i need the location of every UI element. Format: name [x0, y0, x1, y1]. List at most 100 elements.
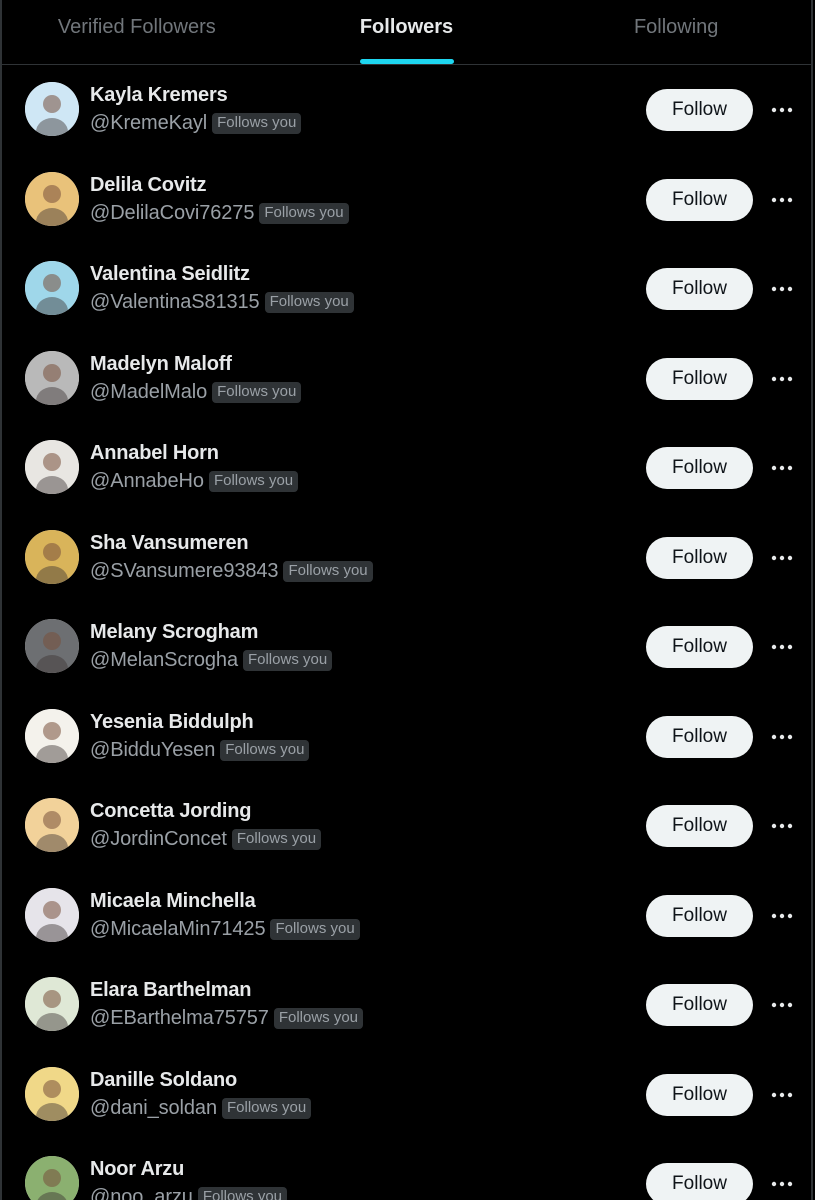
follow-button[interactable]: Follow	[646, 715, 753, 758]
more-options-icon[interactable]	[766, 366, 798, 392]
user-display-name[interactable]: Kayla Kremers	[90, 84, 228, 107]
user-display-name[interactable]: Delila Covitz	[90, 174, 207, 197]
user-display-name[interactable]: Annabel Horn	[90, 442, 219, 465]
follows-you-badge: Follows you	[273, 1008, 364, 1029]
avatar[interactable]	[25, 887, 79, 942]
avatar[interactable]	[25, 798, 79, 852]
follow-button[interactable]: Follow	[646, 89, 753, 131]
user-row[interactable]: Sha Vansumeren @SVansumere93843 Follows yo…	[2, 513, 811, 603]
more-options-icon[interactable]	[766, 813, 798, 839]
more-options-icon[interactable]	[766, 276, 798, 302]
user-row[interactable]: Annabel Horn @AnnabeHo Follows you Follow	[2, 423, 811, 513]
user-row[interactable]: Micaela Minchella @MicaelaMin71425 Follows…	[2, 871, 811, 961]
user-display-name[interactable]: Elara Barthelman	[90, 979, 252, 1002]
more-options-icon[interactable]	[766, 545, 798, 571]
avatar[interactable]	[25, 261, 79, 315]
user-display-name[interactable]: Valentina Seidlitz	[90, 263, 250, 286]
active-tab-indicator	[359, 59, 454, 64]
more-options-icon[interactable]	[766, 903, 798, 929]
user-row[interactable]: Valentina Seidlitz @ValentinaS81315 Follow…	[2, 244, 811, 334]
avatar[interactable]	[25, 350, 79, 405]
follows-you-badge: Follows you	[270, 918, 360, 940]
avatar[interactable]	[25, 977, 79, 1031]
follow-button[interactable]: Follow	[646, 268, 753, 310]
handle-line: @MicaelaMin71425 Follows you	[90, 918, 360, 941]
follow-button[interactable]: Follow	[646, 894, 753, 937]
follows-you-badge: Follows you	[212, 381, 302, 403]
user-display-name[interactable]: Sha Vansumeren	[90, 532, 249, 555]
user-row[interactable]: Madelyn Maloff @MadelMalo Follows you Follo…	[2, 334, 811, 424]
user-handle[interactable]: @DelilaCovi76275	[90, 202, 254, 225]
user-display-name[interactable]: Melany Scrogham	[90, 621, 258, 644]
follow-button[interactable]: Follow	[646, 357, 753, 400]
follow-button[interactable]: Follow	[646, 178, 753, 221]
follow-button[interactable]: Follow	[646, 1073, 753, 1116]
tab-bar: Verified Followers Followers Following	[2, 0, 811, 65]
handle-line: @AnnabeHo Follows you	[90, 470, 299, 493]
follows-you-badge: Follows you	[221, 1097, 312, 1119]
user-row[interactable]: Noor Arzu @noo_arzu Follows you Follow	[2, 1139, 811, 1200]
handle-line: @EBarthelma75757 Follows you	[90, 1007, 364, 1030]
user-handle[interactable]: @noo_arzu	[90, 1186, 193, 1200]
tab-followers[interactable]: Followers	[272, 0, 542, 64]
user-handle[interactable]: @dani_soldan	[90, 1097, 217, 1120]
tab-label: Followers	[359, 15, 454, 38]
follows-you-badge: Follows you	[208, 471, 299, 492]
user-display-name[interactable]: Danille Soldano	[90, 1069, 237, 1092]
handle-line: @dani_soldan Follows you	[90, 1097, 312, 1120]
follow-button[interactable]: Follow	[646, 626, 753, 668]
avatar[interactable]	[25, 82, 79, 136]
follow-button[interactable]: Follow	[646, 536, 753, 579]
user-handle[interactable]: @AnnabeHo	[90, 470, 204, 493]
user-row[interactable]: Elara Barthelman @EBarthelma75757 Follows …	[2, 960, 811, 1050]
follower-list: Kayla Kremers @KremeKayl Follows you Follow…	[2, 65, 811, 1200]
tab-verified-followers[interactable]: Verified Followers	[2, 0, 272, 64]
avatar[interactable]	[25, 1066, 79, 1121]
user-handle[interactable]: @MadelMalo	[90, 381, 207, 404]
user-handle[interactable]: @ValentinaS81315	[90, 291, 260, 314]
user-row[interactable]: Delila Covitz @DelilaCovi76275 Follows you…	[2, 155, 811, 245]
user-handle[interactable]: @JordinConcet	[90, 828, 227, 851]
more-options-icon[interactable]	[766, 1082, 798, 1108]
avatar[interactable]	[25, 619, 79, 673]
follow-button[interactable]: Follow	[646, 984, 753, 1026]
handle-line: @MelanScrogha Follows you	[90, 649, 333, 672]
user-display-name[interactable]: Concetta Jording	[90, 800, 251, 823]
user-handle[interactable]: @MelanScrogha	[90, 649, 238, 672]
user-handle[interactable]: @SVansumere93843	[90, 560, 279, 583]
more-options-icon[interactable]	[766, 992, 798, 1018]
user-row[interactable]: Yesenia Biddulph @BidduYesen Follows you Fo…	[2, 692, 811, 782]
user-row[interactable]: Kayla Kremers @KremeKayl Follows you Follow	[2, 65, 811, 155]
more-options-icon[interactable]	[766, 97, 798, 123]
tab-following[interactable]: Following	[541, 0, 811, 64]
avatar[interactable]	[25, 171, 79, 226]
follow-button[interactable]: Follow	[646, 805, 753, 847]
tab-label: Verified Followers	[57, 15, 216, 38]
follows-you-badge: Follows you	[242, 650, 333, 671]
more-options-icon[interactable]	[766, 1171, 798, 1197]
avatar[interactable]	[25, 440, 79, 494]
user-row[interactable]: Concetta Jording @JordinConcet Follows you…	[2, 781, 811, 871]
user-display-name[interactable]: Noor Arzu	[90, 1158, 184, 1181]
follows-you-badge: Follows you	[283, 560, 373, 582]
user-row[interactable]: Melany Scrogham @MelanScrogha Follows you F…	[2, 602, 811, 692]
more-options-icon[interactable]	[766, 187, 798, 213]
avatar[interactable]	[25, 1156, 79, 1200]
follow-button[interactable]: Follow	[646, 447, 753, 489]
user-handle[interactable]: @KremeKayl	[90, 112, 207, 135]
user-handle[interactable]: @EBarthelma75757	[90, 1007, 269, 1030]
avatar[interactable]	[25, 529, 79, 584]
more-options-icon[interactable]	[766, 634, 798, 660]
user-display-name[interactable]: Madelyn Maloff	[90, 353, 232, 376]
user-display-name[interactable]: Yesenia Biddulph	[90, 711, 254, 734]
user-row[interactable]: Danille Soldano @dani_soldan Follows you Fo…	[2, 1050, 811, 1140]
user-handle[interactable]: @MicaelaMin71425	[90, 918, 266, 941]
handle-line: @KremeKayl Follows you	[90, 112, 302, 135]
avatar[interactable]	[25, 708, 79, 763]
user-display-name[interactable]: Micaela Minchella	[90, 890, 256, 913]
handle-line: @JordinConcet Follows you	[90, 828, 322, 851]
more-options-icon[interactable]	[766, 724, 798, 750]
user-handle[interactable]: @BidduYesen	[90, 739, 215, 762]
more-options-icon[interactable]	[766, 455, 798, 481]
follow-button[interactable]: Follow	[646, 1163, 753, 1200]
